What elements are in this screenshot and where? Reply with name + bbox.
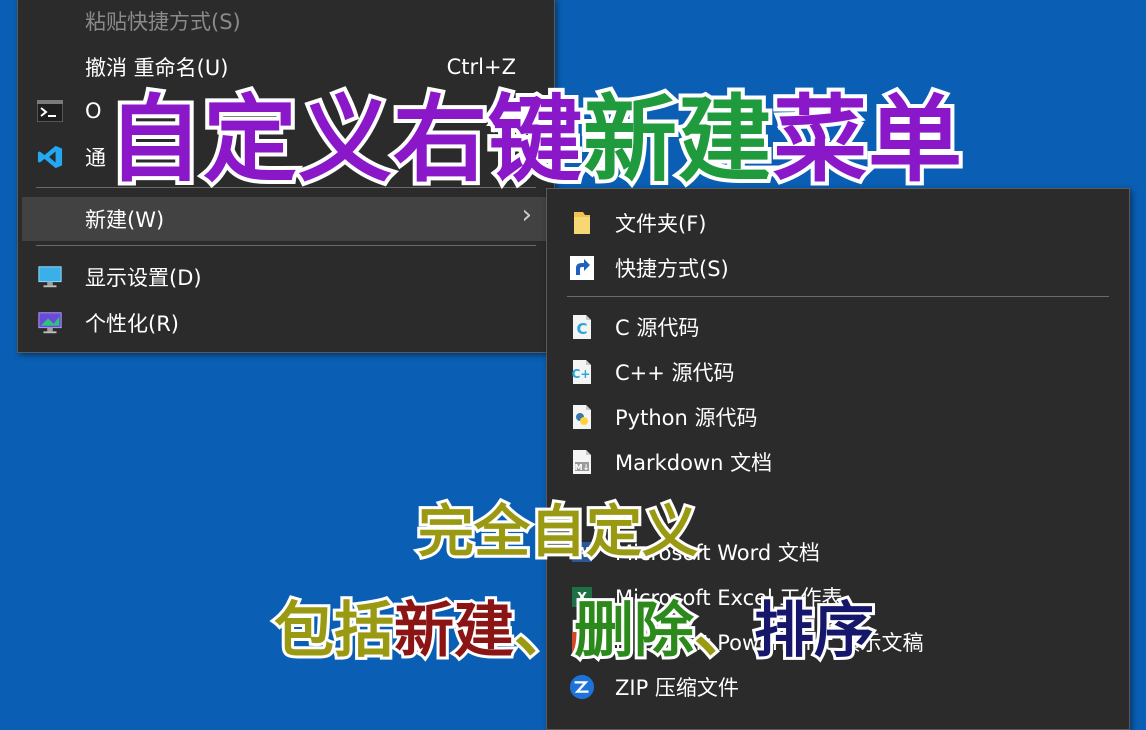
overlay-text: 包括 <box>271 593 397 669</box>
menu-separator <box>567 296 1109 297</box>
svg-text:M↓: M↓ <box>575 463 590 472</box>
overlay-subtitle-1: 完全自定义 <box>415 497 701 568</box>
overlay-title-part: 自定义右键 <box>104 82 586 199</box>
personalize-icon <box>37 310 63 336</box>
svg-text:C: C <box>576 320 587 338</box>
overlay-title: 自定义右键新建菜单 <box>104 64 966 200</box>
submenu-item-cpp-source[interactable]: C+ C++ 源代码 <box>547 350 1129 394</box>
overlay-subtitle-2: 包括新建、删除、排序 <box>271 582 877 669</box>
markdown-file-icon: M↓ <box>569 449 595 475</box>
terminal-icon <box>37 98 63 124</box>
overlay-text: 删除 <box>571 593 697 669</box>
menu-item-paste-shortcut[interactable]: 粘贴快捷方式(S) <box>18 0 554 43</box>
menu-item-label: 显示设置(D) <box>85 266 202 290</box>
submenu-item-label: Python 源代码 <box>615 406 758 430</box>
submenu-item-c-source[interactable]: C C 源代码 <box>547 305 1129 349</box>
overlay-title-highlight: 新建 <box>579 82 776 199</box>
cpp-file-icon: C+ <box>569 359 595 385</box>
submenu-item-python-source[interactable]: Python 源代码 <box>547 395 1129 439</box>
submenu-item-label: ZIP 压缩文件 <box>615 676 739 700</box>
submenu-item-label: 文件夹(F) <box>615 212 707 236</box>
vscode-icon <box>37 144 63 170</box>
c-file-icon: C <box>569 314 595 340</box>
submenu-item-shortcut[interactable]: 快捷方式(S) <box>547 246 1129 290</box>
menu-item-personalize[interactable]: 个性化(R) <box>18 301 554 345</box>
display-icon <box>37 264 63 290</box>
menu-item-label: O <box>85 99 102 123</box>
python-file-icon <box>569 404 595 430</box>
chevron-right-icon: › <box>521 200 532 230</box>
submenu-item-label: C++ 源代码 <box>615 361 735 385</box>
menu-separator <box>36 245 536 246</box>
submenu-item-zip[interactable]: ZIP 压缩文件 <box>547 665 1129 709</box>
zip-icon <box>569 674 595 700</box>
shortcut-icon <box>569 255 595 281</box>
overlay-title-part: 菜单 <box>769 82 966 199</box>
menu-item-label: 粘贴快捷方式(S) <box>85 10 241 34</box>
submenu-item-label: 快捷方式(S) <box>615 257 729 281</box>
menu-item-label: 新建(W) <box>85 208 165 232</box>
overlay-text: 、 <box>511 593 577 669</box>
menu-item-display-settings[interactable]: 显示设置(D) <box>18 255 554 299</box>
overlay-text: 排序 <box>751 593 877 669</box>
submenu-item-label: C 源代码 <box>615 316 700 340</box>
menu-item-label: 通 <box>85 146 106 170</box>
menu-item-new[interactable]: 新建(W) › <box>22 197 550 241</box>
submenu-item-folder[interactable]: 文件夹(F) <box>547 201 1129 245</box>
svg-text:C+: C+ <box>572 367 591 381</box>
overlay-text: 、 <box>691 593 757 669</box>
submenu-item-label: Markdown 文档 <box>615 451 773 475</box>
submenu-item-markdown[interactable]: M↓ Markdown 文档 <box>547 440 1129 484</box>
folder-icon <box>569 210 595 236</box>
menu-item-label: 个性化(R) <box>85 312 179 336</box>
overlay-text: 新建 <box>391 593 517 669</box>
